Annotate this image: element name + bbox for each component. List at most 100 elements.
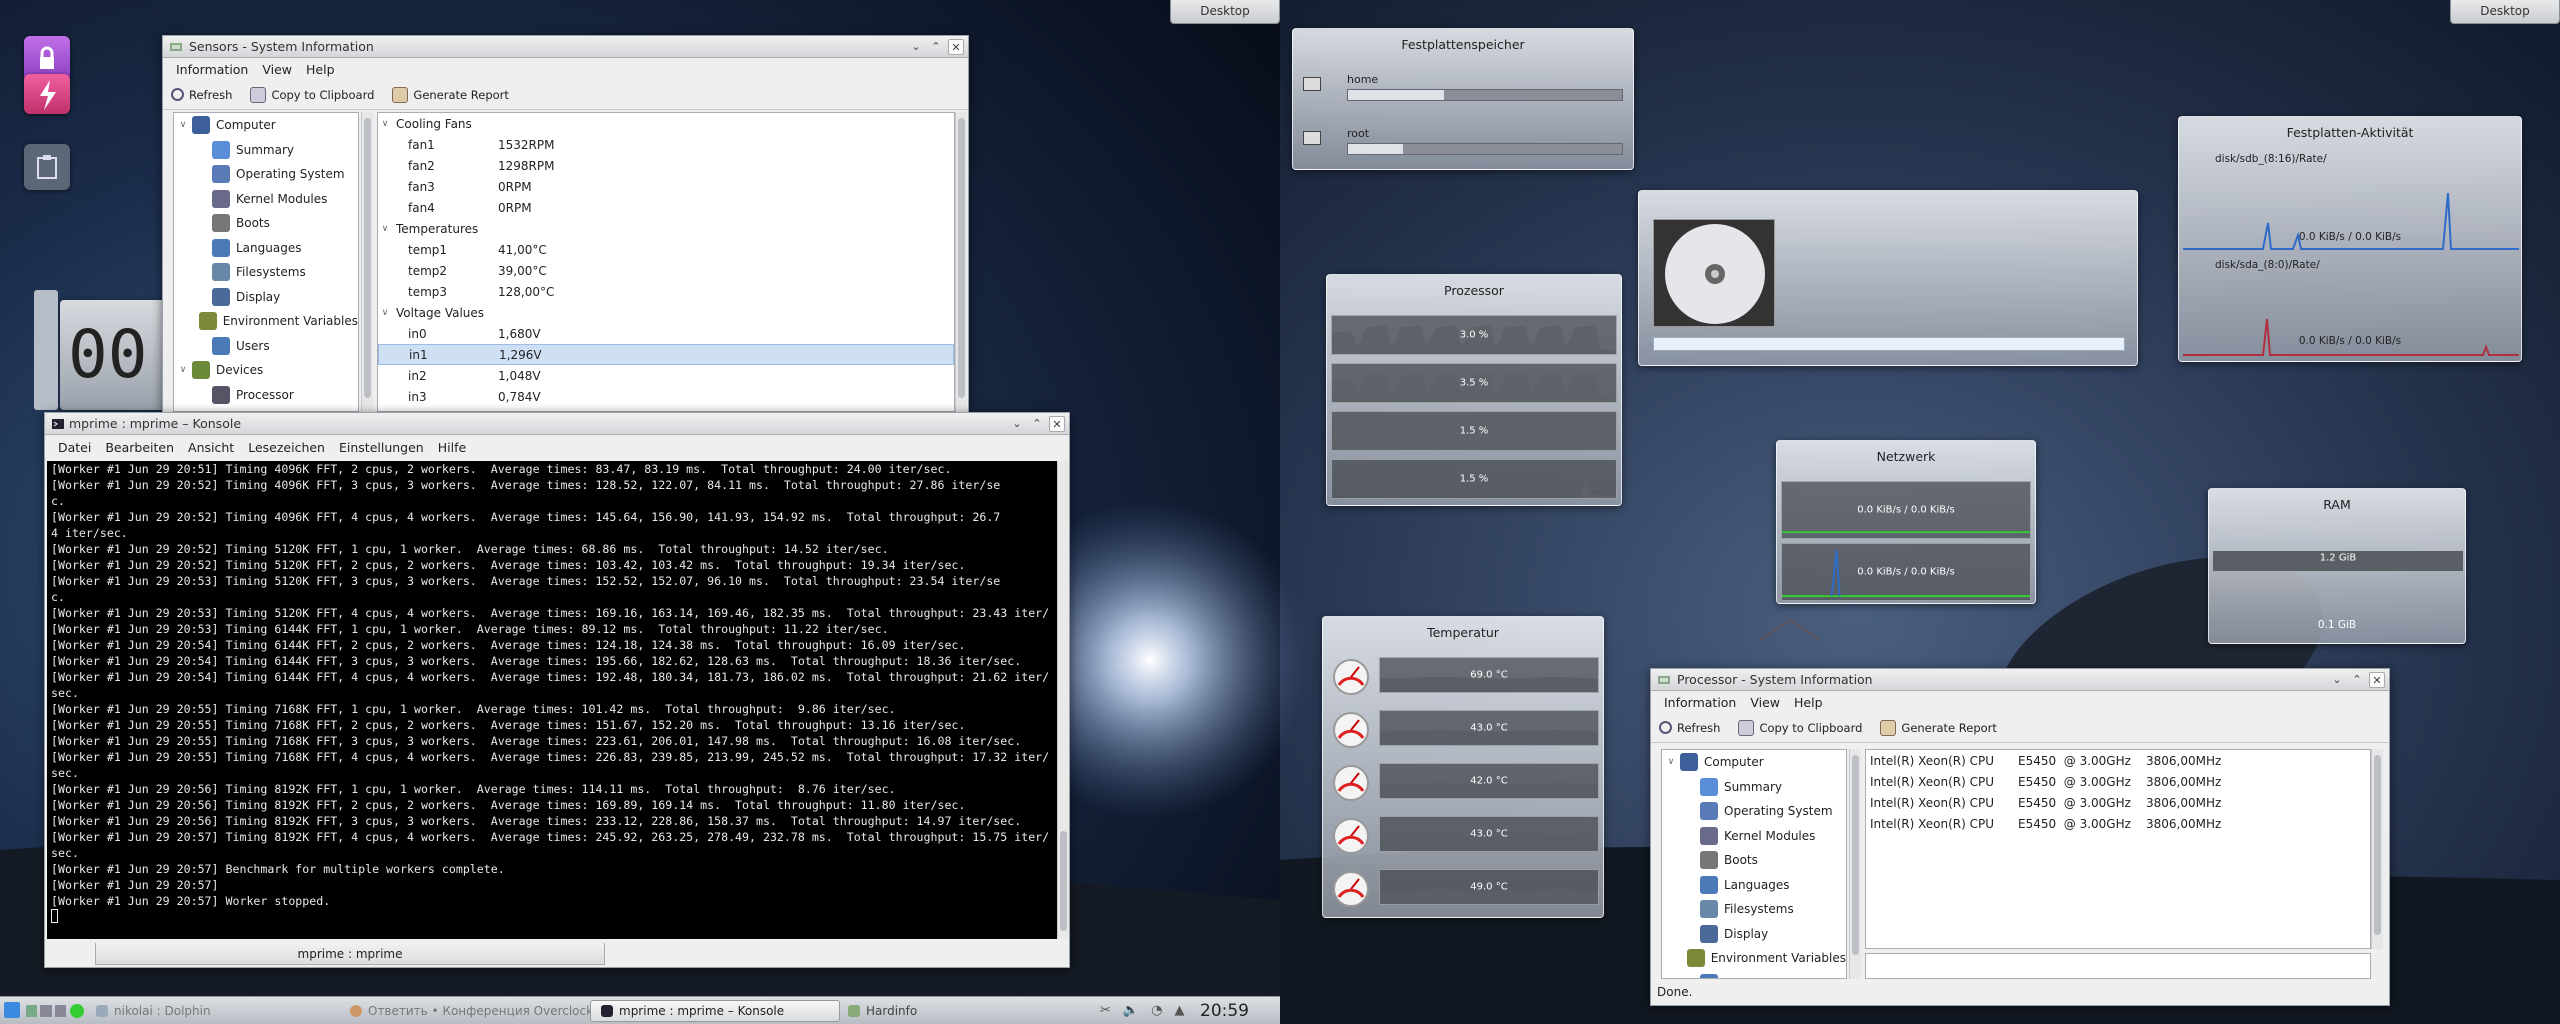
leave-session-icon[interactable] <box>24 74 70 114</box>
tree-item-filesystems[interactable]: Filesystems <box>174 260 358 285</box>
close-button[interactable]: ✕ <box>948 39 964 55</box>
refresh-button[interactable]: Refresh <box>1659 721 1720 735</box>
refresh-button[interactable]: Refresh <box>171 88 232 102</box>
task-dolphin[interactable]: nikolai : Dolphin <box>96 1000 211 1022</box>
expander-icon[interactable]: ∨ <box>378 119 392 129</box>
menu-view[interactable]: View <box>1743 695 1787 710</box>
cpu-row[interactable]: Intel(R) Xeon(R) CPU E5450 @ 3.00GHz 3806,… <box>1866 750 2370 771</box>
cpu-row[interactable]: Intel(R) Xeon(R) CPU E5450 @ 3.00GHz 3806,… <box>1866 792 2370 813</box>
maximize-button[interactable]: ⌃ <box>2349 672 2365 688</box>
tree-item-boots[interactable]: Boots <box>174 211 358 236</box>
volume-icon[interactable]: 🔈 <box>1123 1003 1139 1018</box>
maximize-button[interactable]: ⌃ <box>1029 416 1045 432</box>
close-button[interactable]: ✕ <box>2369 672 2385 688</box>
sensor-row[interactable]: fan4 0RPM <box>378 197 954 218</box>
menu-help[interactable]: Help <box>299 62 342 77</box>
maximize-button[interactable]: ⌃ <box>928 39 944 55</box>
disk-item-home[interactable]: home <box>1303 71 1623 111</box>
cpu-row[interactable]: Intel(R) Xeon(R) CPU E5450 @ 3.00GHz 3806,… <box>1866 771 2370 792</box>
expander-icon[interactable]: ∨ <box>176 365 190 375</box>
tree-item-display[interactable]: Display <box>174 285 358 310</box>
sensors-list-scrollbar[interactable] <box>955 112 967 412</box>
sensor-row[interactable]: in0 1,680V <box>378 323 954 344</box>
minimize-button[interactable]: ⌄ <box>908 39 924 55</box>
menu-datei[interactable]: Datei <box>51 440 98 455</box>
tree-item-boots[interactable]: Boots <box>1662 848 1846 873</box>
tree-item-operating-system[interactable]: Operating System <box>1662 799 1846 824</box>
menu-view[interactable]: View <box>255 62 299 77</box>
tree-item-operating-system[interactable]: Operating System <box>174 162 358 187</box>
sensor-group[interactable]: ∨ Cooling Fans <box>378 113 954 134</box>
sensor-row[interactable]: temp3 128,00°C <box>378 281 954 302</box>
konsole-titlebar[interactable]: mprime : mprime – Konsole ⌄ ⌃ ✕ <box>45 413 1069 435</box>
tree-item-environment-variables[interactable]: Environment Variables <box>1662 946 1846 971</box>
generate-report-button[interactable]: Generate Report <box>392 86 509 103</box>
tree-item-devices[interactable]: ∨ Devices <box>174 358 358 383</box>
expander-icon[interactable]: ∨ <box>176 120 190 130</box>
tree-scrollbar[interactable] <box>361 112 373 412</box>
minimize-button[interactable]: ⌄ <box>1009 416 1025 432</box>
green-status-icon[interactable] <box>70 1004 84 1018</box>
menu-einstellungen[interactable]: Einstellungen <box>332 440 431 455</box>
tray-arrow-icon[interactable]: ▲ <box>1174 1003 1184 1018</box>
menu-ansicht[interactable]: Ansicht <box>181 440 241 455</box>
terminal-scrollbar[interactable] <box>1057 461 1069 939</box>
sensor-row[interactable]: temp1 41,00°C <box>378 239 954 260</box>
tree-item-languages[interactable]: Languages <box>174 236 358 261</box>
menu-hilfe[interactable]: Hilfe <box>431 440 473 455</box>
minimize-button[interactable]: ⌄ <box>2329 672 2345 688</box>
cpu-list-scrollbar[interactable] <box>2371 749 2383 949</box>
tree-item-kernel-modules[interactable]: Kernel Modules <box>174 187 358 212</box>
copy-to-clipboard-button[interactable]: Copy to Clipboard <box>250 86 374 103</box>
clock-widget-controls[interactable] <box>34 290 58 410</box>
cpu-row[interactable]: Intel(R) Xeon(R) CPU E5450 @ 3.00GHz 3806,… <box>1866 813 2370 834</box>
app-launcher-icon[interactable] <box>4 1002 20 1018</box>
sensor-group[interactable]: ∨ Temperatures <box>378 218 954 239</box>
sensor-row[interactable]: in2 1,048V <box>378 365 954 386</box>
disk-item-root[interactable]: root <box>1303 125 1623 165</box>
media-progress-bar[interactable] <box>1653 337 2125 351</box>
tree-item-users[interactable]: Users <box>174 334 358 359</box>
menu-information[interactable]: Information <box>169 62 255 77</box>
menu-bearbeiten[interactable]: Bearbeiten <box>98 440 181 455</box>
generate-report-button[interactable]: Generate Report <box>1880 719 1997 736</box>
tree-item-filesystems[interactable]: Filesystems <box>1662 897 1846 922</box>
tree-scrollbar[interactable] <box>1849 749 1861 979</box>
konsole-tab[interactable]: mprime : mprime <box>95 943 605 965</box>
sensor-row[interactable]: fan3 0RPM <box>378 176 954 197</box>
task-konsole[interactable]: mprime : mprime – Konsole <box>590 1000 840 1022</box>
tree-item-computer[interactable]: ∨ Computer <box>1662 750 1846 775</box>
menu-lesezeichen[interactable]: Lesezeichen <box>241 440 332 455</box>
task-hardinfo[interactable]: Hardinfo <box>848 1000 917 1022</box>
sensor-row[interactable]: in3 0,784V <box>378 386 954 407</box>
pager[interactable] <box>26 1005 66 1017</box>
tree-item-environment-variables[interactable]: Environment Variables <box>174 309 358 334</box>
terminal-output[interactable]: [Worker #1 Jun 29 20:51] Timing 4096K FF… <box>47 461 1057 939</box>
tree-item-summary[interactable]: Summary <box>174 138 358 163</box>
clipboard-icon[interactable] <box>24 144 70 190</box>
tree-item-kernel-modules[interactable]: Kernel Modules <box>1662 824 1846 849</box>
sensor-group[interactable]: ∨ Voltage Values <box>378 302 954 323</box>
task-browser[interactable]: Ответить • Конференция Overclock... <box>350 1000 605 1022</box>
sensor-row[interactable]: fan1 1532RPM <box>378 134 954 155</box>
sensor-row[interactable]: temp2 39,00°C <box>378 260 954 281</box>
clock[interactable]: 20:59 <box>1200 999 1249 1023</box>
close-button[interactable]: ✕ <box>1049 416 1065 432</box>
expander-icon[interactable]: ∨ <box>378 308 392 318</box>
menu-information[interactable]: Information <box>1657 695 1743 710</box>
expander-icon[interactable]: ∨ <box>378 224 392 234</box>
processor-titlebar[interactable]: Processor - System Information ⌄ ⌃ ✕ <box>1651 669 2389 691</box>
network-icon[interactable]: ◔ <box>1151 1003 1162 1018</box>
sensor-row[interactable]: in1 1,296V <box>378 344 954 365</box>
tree-item-computer[interactable]: ∨ Computer <box>174 113 358 138</box>
tree-item-users[interactable]: Users <box>1662 971 1846 978</box>
tree-item-processor[interactable]: Processor <box>174 383 358 408</box>
desktop-button-left[interactable]: Desktop <box>1170 0 1280 24</box>
sensor-row[interactable]: fan2 1298RPM <box>378 155 954 176</box>
sensors-titlebar[interactable]: Sensors - System Information ⌄ ⌃ ✕ <box>163 36 968 58</box>
tools-icon[interactable]: ✂ <box>1100 1003 1111 1018</box>
expander-icon[interactable]: ∨ <box>1664 757 1678 767</box>
tree-item-display[interactable]: Display <box>1662 922 1846 947</box>
menu-help[interactable]: Help <box>1787 695 1830 710</box>
tree-item-languages[interactable]: Languages <box>1662 873 1846 898</box>
